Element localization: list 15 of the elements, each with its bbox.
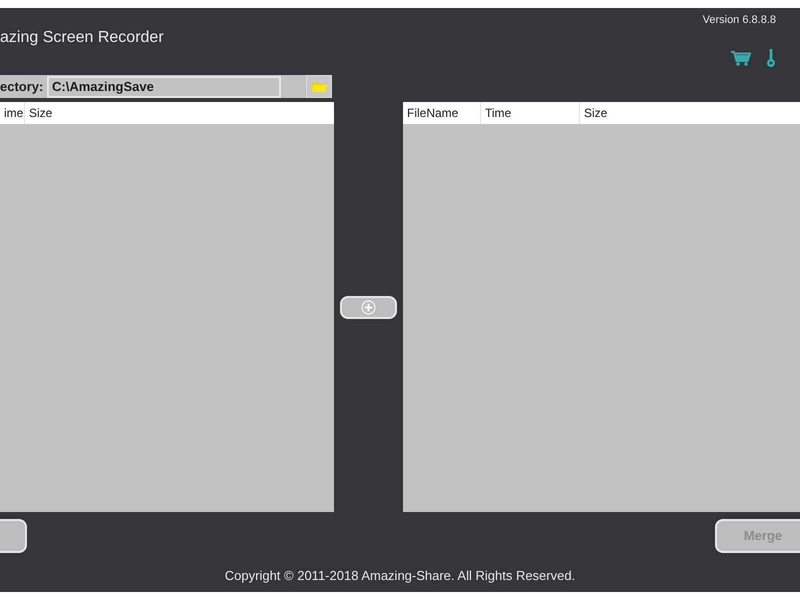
directory-field[interactable]: C:\AmazingSave bbox=[47, 76, 281, 98]
column-header[interactable]: Size bbox=[25, 104, 52, 122]
directory-label: ectory: bbox=[0, 78, 44, 96]
version-label: Version 6.8.8.8 bbox=[702, 13, 776, 27]
column-header[interactable]: Time bbox=[481, 104, 512, 122]
add-button[interactable] bbox=[340, 296, 397, 318]
cart-icon[interactable] bbox=[731, 50, 751, 66]
folder-icon bbox=[312, 81, 326, 92]
column-header[interactable]: Size bbox=[580, 104, 608, 122]
copyright-text: Copyright © 2011-2018 Amazing-Share. All Rights Reserved. bbox=[224, 568, 576, 584]
window-title: azing Screen Recorder bbox=[0, 29, 164, 46]
column-header[interactable]: FileName bbox=[403, 104, 458, 122]
plus-circle-icon bbox=[361, 300, 376, 314]
column-header[interactable]: ime bbox=[0, 104, 24, 122]
key-icon[interactable] bbox=[767, 49, 775, 67]
